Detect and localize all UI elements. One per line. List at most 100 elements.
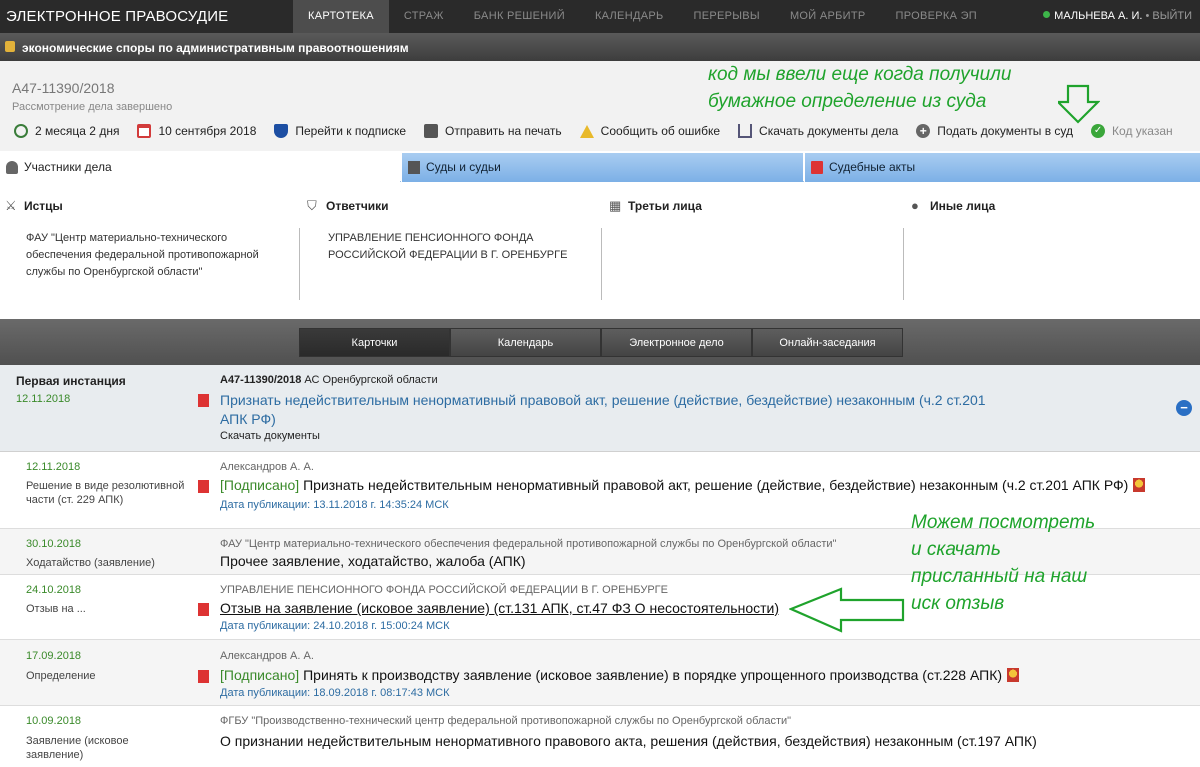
nav-breaks[interactable]: ПЕРЕРЫВЫ — [678, 0, 774, 33]
shield-icon — [274, 124, 289, 138]
annotation-review-note: Можем посмотреть и скачать присланный на… — [911, 512, 1096, 614]
instance-description-link[interactable]: Признать недействительным ненормативный … — [220, 391, 1010, 429]
subscribe-button[interactable]: Перейти к подписке — [274, 124, 406, 138]
duration-label: 2 месяца 2 дня — [35, 124, 120, 138]
third-parties-title: Третьи лица — [628, 199, 702, 213]
pdf-icon[interactable] — [198, 480, 209, 493]
event-title: О признании недействительным ненормативн… — [220, 733, 1037, 749]
date-item: 10 сентября 2018 — [137, 124, 256, 138]
user-name[interactable]: МАЛЬНЕВА А. И. — [1054, 10, 1142, 22]
nav-bank-resheniy[interactable]: БАНК РЕШЕНИЙ — [459, 0, 580, 33]
nav-check-ep[interactable]: ПРОВЕРКА ЭП — [881, 0, 992, 33]
warning-icon — [579, 124, 594, 138]
download-label: Скачать документы дела — [759, 124, 899, 138]
event-date: 30.10.2018 — [26, 538, 82, 550]
person-icon — [6, 161, 18, 174]
pdf-icon[interactable] — [198, 603, 209, 616]
tab-acts-label: Судебные акты — [829, 160, 916, 174]
event-title[interactable]: [Подписано] Принять к производству заявл… — [220, 667, 1020, 683]
duration-item: 2 месяца 2 дня — [14, 124, 119, 138]
tab-courts[interactable]: Суды и судьи — [401, 153, 803, 182]
event-title: Прочее заявление, ходатайство, жалоба (А… — [220, 553, 526, 569]
print-label: Отправить на печать — [445, 124, 562, 138]
annotation-arrow-left-icon — [789, 587, 905, 633]
view-switch: Карточки Календарь Электронное дело Онла… — [299, 328, 903, 357]
app-root: ЭЛЕКТРОННОЕ ПРАВОСУДИЕ КАРТОТЕКА СТРАЖ Б… — [0, 0, 1200, 767]
event-title[interactable]: [Подписано] Признать недействительным не… — [220, 477, 1146, 493]
nav-calendar[interactable]: КАЛЕНДАРЬ — [580, 0, 679, 33]
lock-icon — [5, 41, 15, 52]
tab-electronic-case[interactable]: Электронное дело — [601, 328, 752, 357]
divider — [601, 228, 602, 300]
shield-icon: ⛉ — [307, 198, 317, 213]
crossed-swords-icon: ⚔ — [5, 198, 17, 213]
parties-panel: ⚔ Истцы ФАУ "Центр материально-техническ… — [0, 182, 1200, 319]
event-author: ФГБУ "Производственно-технический центр … — [220, 715, 792, 727]
tab-acts[interactable]: Судебные акты — [804, 153, 1200, 182]
tab-participants[interactable]: Участники дела — [0, 153, 400, 182]
instance-court: А47-11390/2018 АС Оренбургской области — [220, 374, 438, 386]
event-type: Заявление (исковое заявление) — [26, 735, 129, 761]
submit-docs-button[interactable]: + Подать документы в суд — [916, 124, 1073, 138]
tab-participants-label: Участники дела — [24, 160, 112, 174]
event-type: Ходатайство (заявление) — [26, 557, 155, 569]
date-label: 10 сентября 2018 — [158, 124, 257, 138]
event-type: Определение — [26, 670, 96, 682]
defendants-title: Ответчики — [326, 199, 389, 213]
main-nav: КАРТОТЕКА СТРАЖ БАНК РЕШЕНИЙ КАЛЕНДАРЬ П… — [293, 0, 992, 33]
logout-link[interactable]: ВЫЙТИ — [1152, 10, 1192, 22]
pdf-icon[interactable] — [198, 394, 209, 407]
instance-case-number: А47-11390/2018 — [220, 374, 302, 386]
category-bar: экономические споры по административным … — [0, 33, 1200, 61]
tab-cards[interactable]: Карточки — [299, 328, 450, 357]
seal-icon — [1007, 668, 1020, 682]
third-parties-column: ▦ Третьи лица — [604, 182, 906, 319]
other-parties-column: ● Иные лица — [906, 182, 1200, 319]
download-icon — [738, 124, 753, 138]
publication-date: Дата публикации: 24.10.2018 г. 15:00:24 … — [220, 620, 450, 632]
court-building-icon — [408, 161, 420, 174]
table-row: 10.09.2018 Заявление (исковое заявление)… — [0, 706, 1200, 767]
defendants-column: ⛉ Ответчики УПРАВЛЕНИЕ ПЕНСИОННОГО ФОНДА… — [302, 182, 604, 319]
top-bar: ЭЛЕКТРОННОЕ ПРАВОСУДИЕ КАРТОТЕКА СТРАЖ Б… — [0, 0, 1200, 33]
defendant-name[interactable]: УПРАВЛЕНИЕ ПЕНСИОННОГО ФОНДА РОССИЙСКОЙ … — [328, 230, 578, 264]
divider — [903, 228, 904, 300]
case-toolbar: 2 месяца 2 дня 10 сентября 2018 Перейти … — [14, 124, 1191, 138]
other-parties-title: Иные лица — [930, 199, 996, 213]
report-label: Сообщить об ошибке — [600, 124, 721, 138]
print-button[interactable]: Отправить на печать — [424, 124, 562, 138]
event-author: ФАУ "Центр материально-технического обес… — [220, 538, 837, 550]
nav-kartoteka[interactable]: КАРТОТЕКА — [293, 0, 389, 33]
event-date: 24.10.2018 — [26, 584, 82, 596]
instance-court-name: АС Оренбургской области — [301, 374, 438, 386]
pdf-icon[interactable] — [198, 670, 209, 683]
submit-label: Подать документы в суд — [937, 124, 1074, 138]
tab-calendar[interactable]: Календарь — [450, 328, 601, 357]
event-title-link[interactable]: Отзыв на заявление (исковое заявление) (… — [220, 600, 779, 616]
event-type: Решение в виде резолютивной части (ст. 2… — [26, 480, 185, 506]
collapse-icon[interactable]: − — [1176, 400, 1192, 416]
brand-logo[interactable]: ЭЛЕКТРОННОЕ ПРАВОСУДИЕ — [6, 8, 228, 25]
download-documents-link[interactable]: Скачать документы — [220, 430, 320, 442]
plaintiff-name[interactable]: ФАУ "Центр материально-технического обес… — [26, 230, 276, 281]
calendar-icon — [137, 124, 152, 138]
category-title: экономические споры по административным … — [22, 41, 409, 55]
download-docs-button[interactable]: Скачать документы дела — [738, 124, 898, 138]
nav-strazh[interactable]: СТРАЖ — [389, 0, 459, 33]
printer-icon — [424, 124, 439, 138]
case-tabs: Участники дела Суды и судьи Судебные акт… — [0, 153, 1200, 182]
nav-my-arbitr[interactable]: МОЙ АРБИТР — [775, 0, 881, 33]
person-icon: ● — [911, 198, 919, 213]
annotation-arrow-down-icon — [1058, 84, 1100, 124]
view-switch-bar: Карточки Календарь Электронное дело Онла… — [0, 319, 1200, 365]
tab-online-sessions[interactable]: Онлайн-заседания — [752, 328, 903, 357]
signed-badge: [Подписано] — [220, 667, 300, 683]
event-author: Александров А. А. — [220, 461, 314, 473]
user-menu: МАЛЬНЕВА А. И. • ВЫЙТИ — [1043, 10, 1192, 22]
instance-date: 12.11.2018 — [16, 393, 71, 405]
plus-icon: + — [916, 124, 931, 138]
report-error-button[interactable]: Сообщить об ошибке — [579, 124, 721, 138]
check-icon: ✓ — [1091, 124, 1106, 138]
online-status-icon — [1043, 11, 1051, 18]
clock-icon — [14, 124, 28, 138]
